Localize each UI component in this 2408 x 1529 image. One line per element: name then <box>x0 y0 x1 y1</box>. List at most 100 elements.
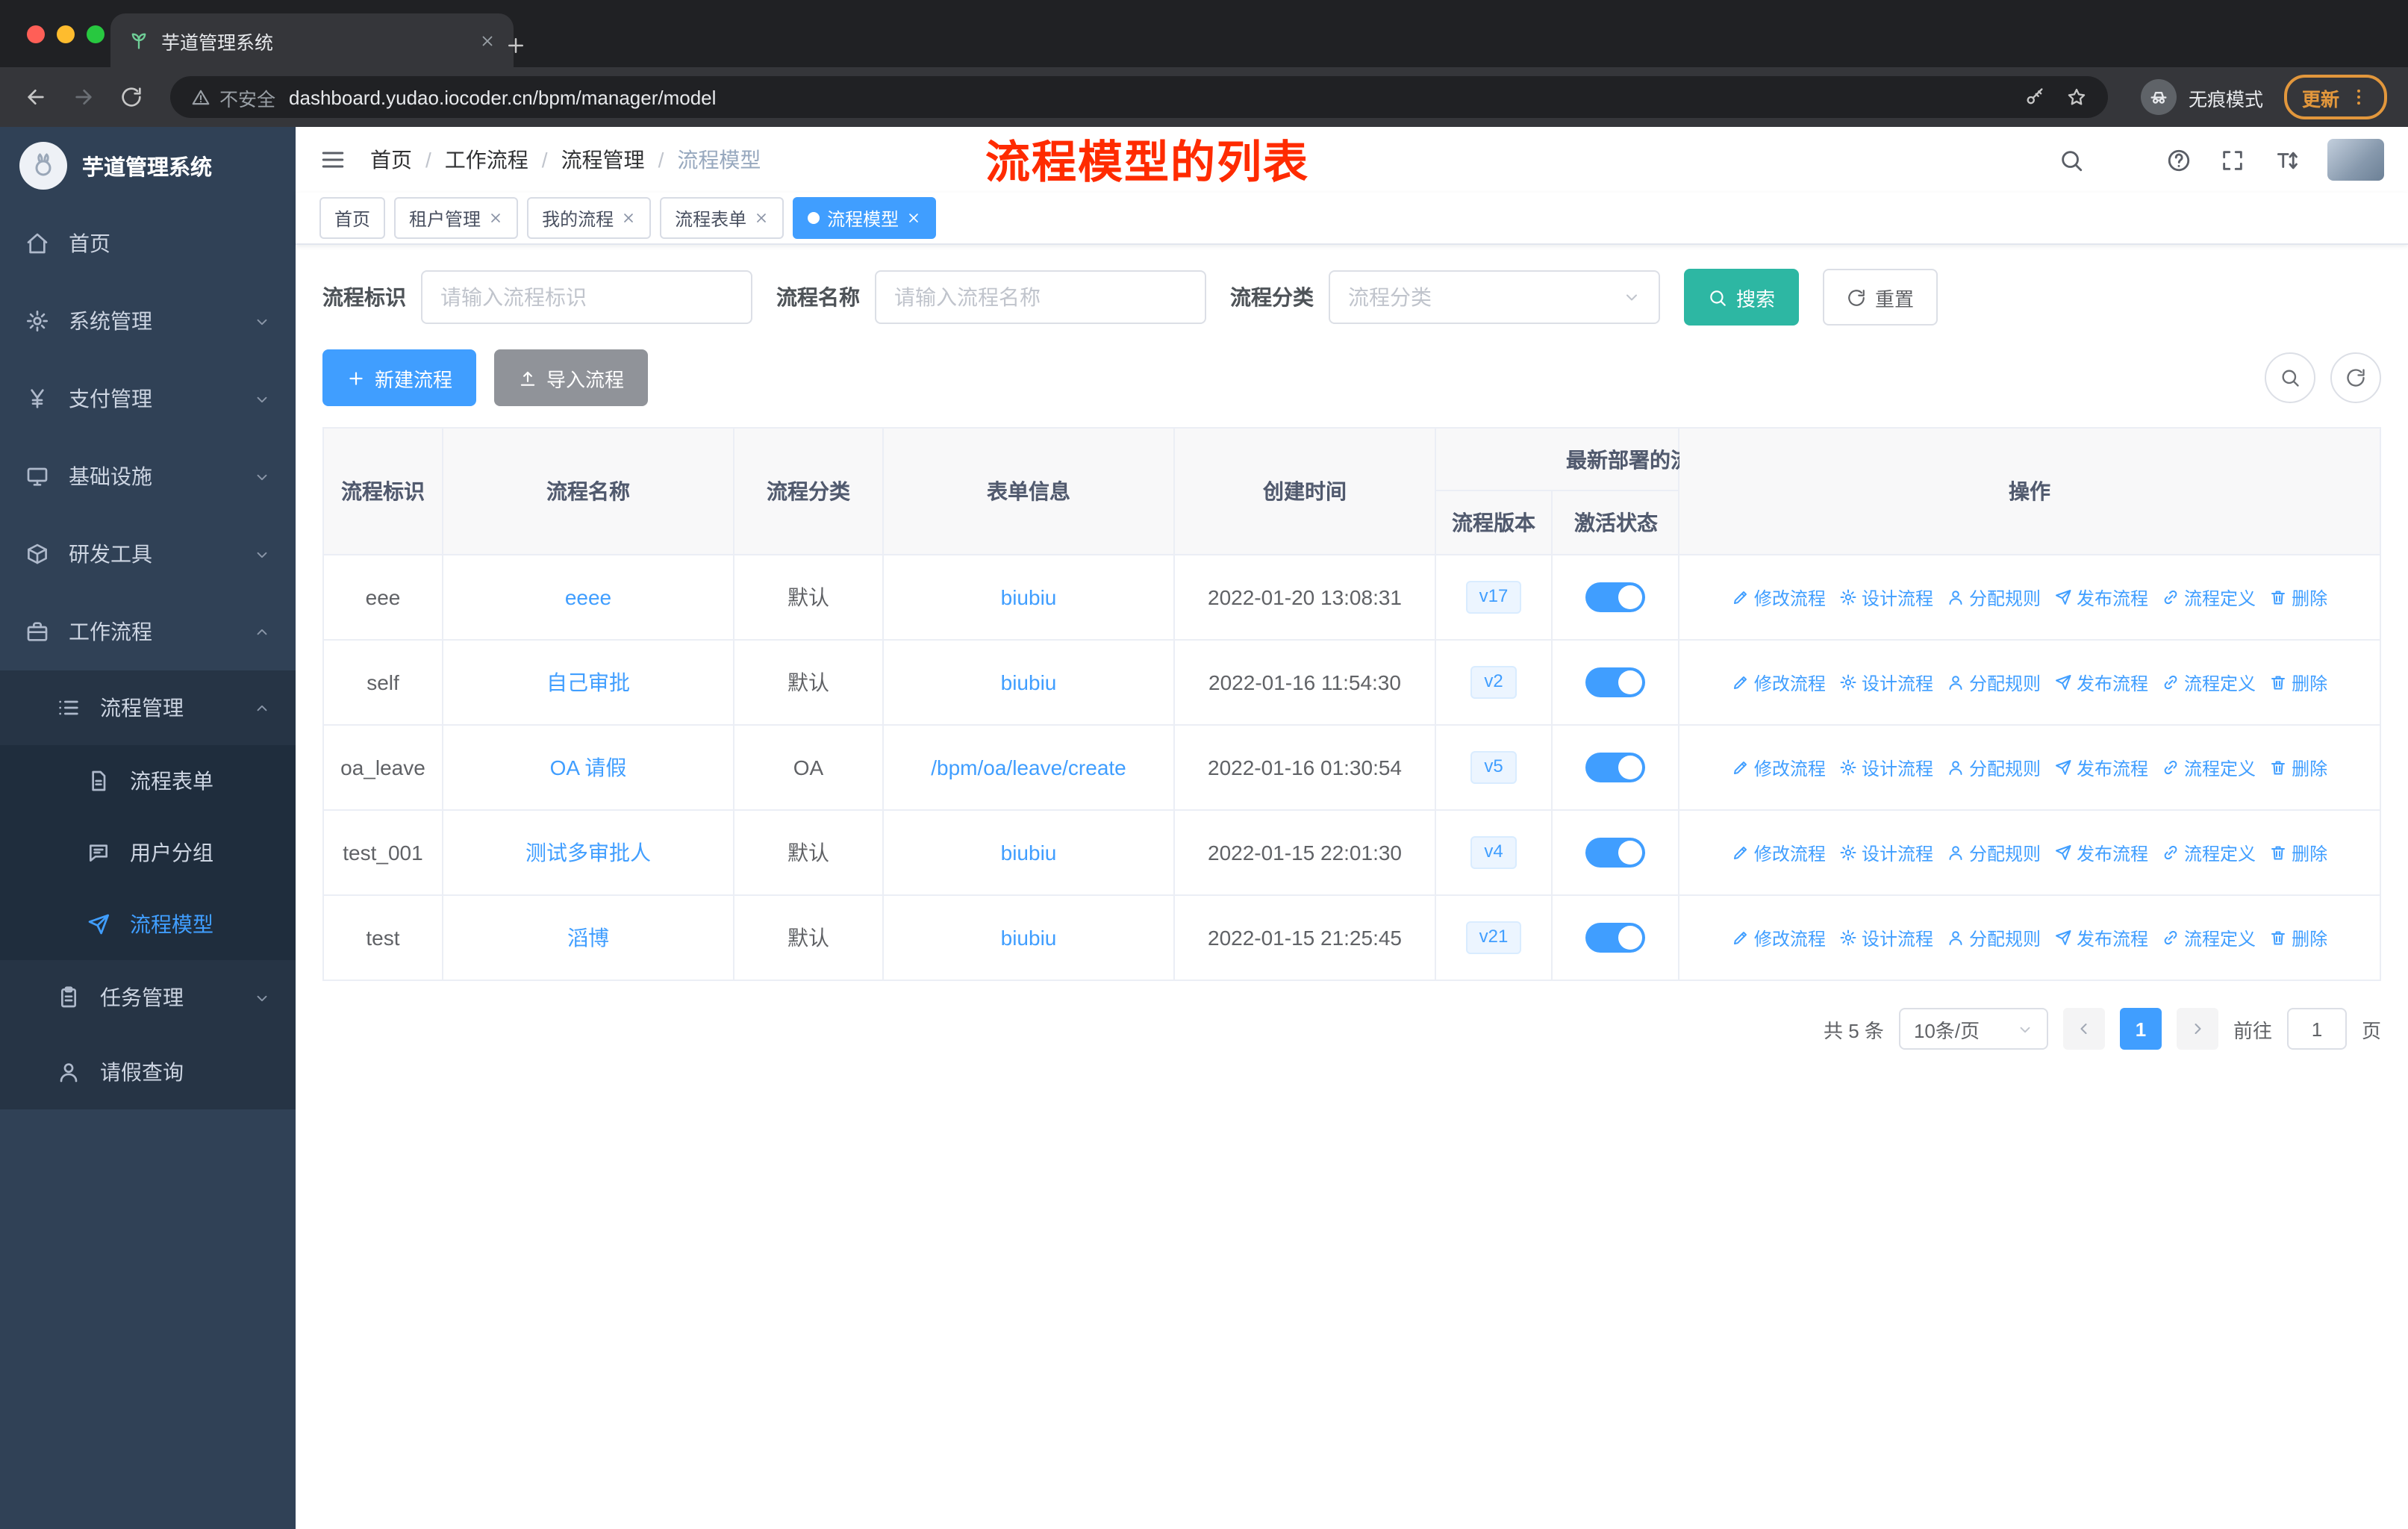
action-assign-rule[interactable]: 分配规则 <box>1947 755 2041 780</box>
tag-home[interactable]: 首页 <box>319 197 386 239</box>
sidebar-item-system[interactable]: 系统管理 <box>0 282 296 360</box>
action-design-process[interactable]: 设计流程 <box>1839 585 1933 610</box>
user-avatar[interactable] <box>2327 139 2384 181</box>
action-delete[interactable]: 删除 <box>2269 670 2327 695</box>
close-icon[interactable] <box>754 211 769 225</box>
action-process-definition[interactable]: 流程定义 <box>2162 755 2256 780</box>
close-icon[interactable] <box>621 211 636 225</box>
sidebar-item-home[interactable]: 首页 <box>0 205 296 282</box>
maximize-window-button[interactable] <box>87 25 105 43</box>
action-design-process[interactable]: 设计流程 <box>1839 670 1933 695</box>
reload-button[interactable] <box>110 76 152 118</box>
form-info-link[interactable]: biubiu <box>1001 841 1057 865</box>
sidebar-item-task-manage[interactable]: 任务管理 <box>0 960 296 1035</box>
tag-process-form[interactable]: 流程表单 <box>660 197 785 239</box>
breadcrumb-item[interactable]: 工作流程 <box>445 145 528 175</box>
address-bar[interactable]: 不安全 dashboard.yudao.iocoder.cn/bpm/manag… <box>170 76 2108 118</box>
form-info-link[interactable]: /bpm/oa/leave/create <box>931 756 1126 779</box>
sidebar-item-leave-query[interactable]: 请假查询 <box>0 1035 296 1109</box>
action-assign-rule[interactable]: 分配规则 <box>1947 670 2041 695</box>
action-publish-process[interactable]: 发布流程 <box>2054 755 2148 780</box>
active-toggle[interactable] <box>1585 582 1645 612</box>
process-name-link[interactable]: OA 请假 <box>550 753 627 782</box>
form-info-link[interactable]: biubiu <box>1001 585 1057 609</box>
import-process-button[interactable]: 导入流程 <box>494 349 649 406</box>
action-delete[interactable]: 删除 <box>2269 585 2327 610</box>
action-publish-process[interactable]: 发布流程 <box>2054 840 2148 865</box>
action-edit-process[interactable]: 修改流程 <box>1732 585 1826 610</box>
sidebar-item-infrastructure[interactable]: 基础设施 <box>0 437 296 515</box>
reset-button[interactable]: 重置 <box>1823 269 1938 326</box>
action-delete[interactable]: 删除 <box>2269 925 2327 950</box>
action-publish-process[interactable]: 发布流程 <box>2054 670 2148 695</box>
fullscreen-icon[interactable] <box>2220 147 2245 172</box>
sidebar-item-workflow[interactable]: 工作流程 <box>0 593 296 670</box>
browser-menu-icon[interactable] <box>2348 87 2369 108</box>
help-icon[interactable] <box>2166 147 2192 172</box>
action-process-definition[interactable]: 流程定义 <box>2162 840 2256 865</box>
password-key-icon[interactable] <box>2024 87 2045 108</box>
active-toggle[interactable] <box>1585 838 1645 868</box>
process-name-link[interactable]: eeee <box>565 585 611 609</box>
prev-page-button[interactable] <box>2062 1008 2105 1050</box>
action-delete[interactable]: 删除 <box>2269 755 2327 780</box>
bookmark-star-icon[interactable] <box>2066 87 2087 108</box>
close-icon[interactable] <box>488 211 503 225</box>
action-process-definition[interactable]: 流程定义 <box>2162 670 2256 695</box>
github-icon[interactable] <box>2112 147 2138 172</box>
sidebar-collapse-button[interactable] <box>319 146 346 173</box>
action-publish-process[interactable]: 发布流程 <box>2054 925 2148 950</box>
browser-tab[interactable]: 芋道管理系统 <box>110 13 514 67</box>
next-page-button[interactable] <box>2176 1008 2218 1050</box>
active-toggle[interactable] <box>1585 923 1645 953</box>
action-publish-process[interactable]: 发布流程 <box>2054 585 2148 610</box>
tag-tenant-manage[interactable]: 租户管理 <box>394 197 519 239</box>
breadcrumb-item[interactable]: 首页 <box>370 145 412 175</box>
close-window-button[interactable] <box>27 25 45 43</box>
action-edit-process[interactable]: 修改流程 <box>1732 755 1826 780</box>
tag-process-model-active[interactable]: 流程模型 <box>793 197 937 239</box>
current-page-button[interactable]: 1 <box>2119 1008 2162 1050</box>
action-assign-rule[interactable]: 分配规则 <box>1947 585 2041 610</box>
action-design-process[interactable]: 设计流程 <box>1839 755 1933 780</box>
process-name-input[interactable] <box>875 270 1206 324</box>
action-process-definition[interactable]: 流程定义 <box>2162 585 2256 610</box>
breadcrumb-item[interactable]: 流程管理 <box>561 145 645 175</box>
action-process-definition[interactable]: 流程定义 <box>2162 925 2256 950</box>
action-edit-process[interactable]: 修改流程 <box>1732 925 1826 950</box>
security-indicator[interactable]: 不安全 <box>191 83 275 111</box>
form-info-link[interactable]: biubiu <box>1001 670 1057 694</box>
back-button[interactable] <box>15 76 57 118</box>
toggle-search-button[interactable] <box>2265 352 2315 403</box>
refresh-table-button[interactable] <box>2330 352 2381 403</box>
process-name-link[interactable]: 滔博 <box>567 923 609 953</box>
sidebar-item-payment[interactable]: 支付管理 <box>0 360 296 437</box>
active-toggle[interactable] <box>1585 667 1645 697</box>
action-design-process[interactable]: 设计流程 <box>1839 840 1933 865</box>
page-size-select[interactable]: 10条/页 <box>1898 1008 2048 1050</box>
sidebar-item-user-group[interactable]: 用户分组 <box>0 817 296 888</box>
close-icon[interactable] <box>906 211 921 225</box>
action-design-process[interactable]: 设计流程 <box>1839 925 1933 950</box>
process-name-link[interactable]: 测试多审批人 <box>525 838 651 868</box>
browser-update-button[interactable]: 更新 <box>2283 75 2387 119</box>
create-process-button[interactable]: 新建流程 <box>322 349 477 406</box>
sidebar-item-dev-tools[interactable]: 研发工具 <box>0 515 296 593</box>
new-tab-button[interactable] <box>505 34 527 57</box>
category-select[interactable]: 流程分类 <box>1329 270 1660 324</box>
forward-button[interactable] <box>63 76 105 118</box>
process-name-link[interactable]: 自己审批 <box>546 667 630 697</box>
action-edit-process[interactable]: 修改流程 <box>1732 670 1826 695</box>
sidebar-item-process-manage[interactable]: 流程管理 <box>0 670 296 745</box>
search-button[interactable]: 搜索 <box>1684 269 1800 326</box>
search-icon[interactable] <box>2059 147 2084 172</box>
action-edit-process[interactable]: 修改流程 <box>1732 840 1826 865</box>
tab-close-icon[interactable] <box>479 32 496 49</box>
active-toggle[interactable] <box>1585 753 1645 782</box>
action-assign-rule[interactable]: 分配规则 <box>1947 840 2041 865</box>
form-info-link[interactable]: biubiu <box>1001 926 1057 950</box>
sidebar-item-process-model[interactable]: 流程模型 <box>0 888 296 960</box>
font-size-icon[interactable] <box>2274 147 2299 172</box>
process-key-input[interactable] <box>421 270 752 324</box>
minimize-window-button[interactable] <box>57 25 75 43</box>
